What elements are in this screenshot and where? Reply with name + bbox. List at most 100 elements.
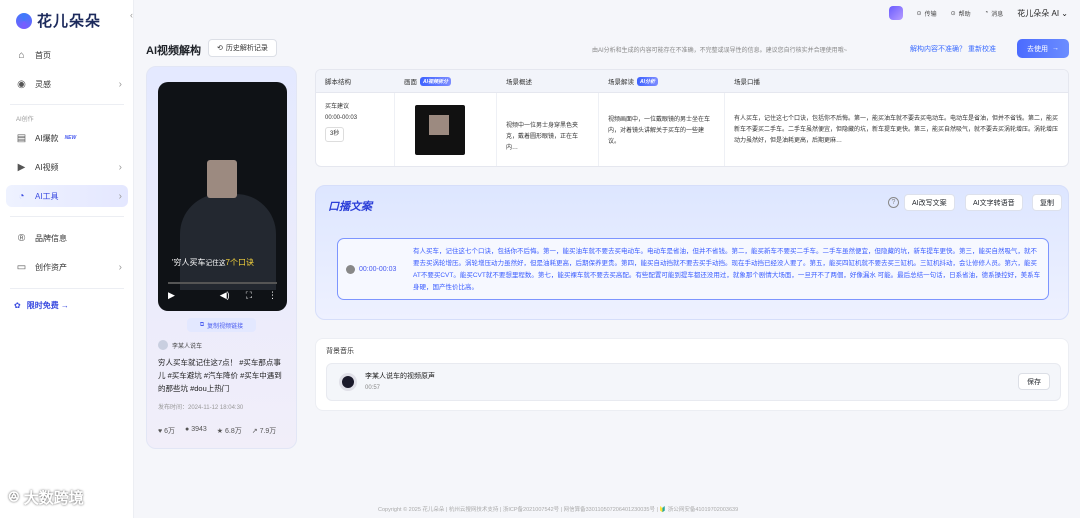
share-icon: ⊙ xyxy=(916,10,922,17)
disc-icon[interactable] xyxy=(339,373,357,391)
author: 李某人说车 xyxy=(158,340,202,350)
ai-badge: AI分析 xyxy=(637,76,659,86)
script-panel: 口播文案 ? AI改写文案 AI文字转语音 复制 00:00-00:03 有人买… xyxy=(315,185,1069,320)
more-icon[interactable]: ⋮ xyxy=(268,290,277,301)
video-controls: ▶ ◀) ⛶ ⋮ xyxy=(168,290,277,301)
use-button[interactable]: 去使用 → xyxy=(1017,39,1069,58)
chevron-right-icon: › xyxy=(118,261,122,273)
logo-icon xyxy=(16,12,32,29)
promo-link[interactable]: ✿ 限时免费 → xyxy=(14,300,69,311)
video-description: 穷人买车就记住这7点！ #买车那点事儿 #买车避坑 #汽车降价 #买车中遇到的那… xyxy=(158,358,282,393)
header-frame: 画面 AI视频拆分 xyxy=(395,70,497,93)
help-icon: ⊙ xyxy=(950,10,956,17)
cell-speech: 有人买车，记住这七个口诀，包括你不后悔。第一，能买油车就不要去买电动车。电动车是… xyxy=(734,116,1059,144)
tool-icon: ◔ xyxy=(18,190,25,202)
video-stats: ♥ 6万 ● 3943 ★ 6.8万 ↗ 7.9万 xyxy=(158,426,276,436)
header-speech: 场景口播 xyxy=(725,70,1068,93)
sidebar-item-brand-info[interactable]: ® 品牌信息 xyxy=(6,227,128,249)
history-button[interactable]: ⟲ 历史解析记录 xyxy=(208,39,277,57)
volume-icon[interactable]: ◀) xyxy=(220,290,230,301)
share-button[interactable]: ⊙ 传输 xyxy=(917,9,937,18)
history-icon: ⟲ xyxy=(217,45,223,52)
bell-icon: ◔ xyxy=(984,10,989,16)
watermark: ꔮ 大数跨境 xyxy=(8,489,84,507)
collapse-sidebar-icon[interactable]: ‹ xyxy=(130,10,133,20)
sidebar-item-ai-hit[interactable]: ▤ AI爆款 NEW xyxy=(6,127,128,149)
cell-scene: 视频中一位男士身穿黑色夹克，戴着圆形眼镜，正在车内… xyxy=(497,93,599,166)
cell-frame xyxy=(395,93,497,166)
likes-stat: ♥ 6万 xyxy=(158,428,176,435)
copy-icon: ⧉ xyxy=(199,321,205,328)
video-figure-face xyxy=(207,160,237,198)
folder-icon: ▭ xyxy=(16,261,27,273)
new-badge: NEW xyxy=(64,135,77,141)
chevron-right-icon: › xyxy=(118,161,122,173)
brand-icon: ® xyxy=(17,232,26,244)
sidebar-item-inspiration[interactable]: ◉ 灵感 › xyxy=(6,73,128,95)
header-structure: 脚本结构 xyxy=(316,70,395,93)
sidebar-item-ai-video[interactable]: ▶ AI视频 › xyxy=(6,156,128,178)
video-card: '穷人买车记住这7个口诀 ▶ ◀) ⛶ ⋮ ⧉ 复制视频链接 李某人说车 穷人买车… xyxy=(146,66,297,449)
track-name: 李某人说车的视频原声 xyxy=(365,373,435,380)
section-label: AI创作 xyxy=(16,117,34,123)
topbar: ⊙ 传输 ⊙ 帮助 ◔ 消息 花儿朵朵 AI ⌄ xyxy=(888,6,1068,20)
chevron-right-icon: › xyxy=(118,190,122,202)
script-table: 脚本结构 画面 AI视频拆分 场景概述 场景解读 AI分析 场景口播 买车建议 00… xyxy=(315,69,1069,167)
page-title: AI视频解构 xyxy=(146,45,201,57)
track-duration: 00:57 xyxy=(365,385,381,391)
disclaimer: 由AI分析和生成的内容可能存在不准确，不完整或误导性的信息。建议您自行核实并合理… xyxy=(592,48,848,54)
watermark-logo-icon: ꔮ xyxy=(8,489,20,506)
app-logo[interactable]: 花儿朵朵 xyxy=(16,10,101,31)
chevron-right-icon: › xyxy=(118,78,122,90)
help-button[interactable]: ⊙ 帮助 xyxy=(951,9,971,18)
message-button[interactable]: ◔ 消息 xyxy=(985,9,1004,18)
layout-icon: ▤ xyxy=(16,132,27,144)
play-icon[interactable]: ▶ xyxy=(168,290,175,301)
header-scene: 场景概述 xyxy=(497,70,599,93)
cell-interp: 视频画面中，一位戴眼镜的男士坐在车内，对着镜头讲解关于买车的一些建议。 xyxy=(599,93,725,166)
divider xyxy=(10,216,124,217)
sidebar-item-assets[interactable]: ▭ 创作资产 › xyxy=(6,256,128,278)
user-menu[interactable]: 花儿朵朵 AI ⌄ xyxy=(1017,8,1068,19)
copy-button[interactable]: 复制 xyxy=(1032,194,1062,211)
sidebar: 花儿朵朵 ‹ ⌂ 首页 ◉ 灵感 › AI创作 ▤ AI爆款 NEW ▶ AI视频 › ◔ AI… xyxy=(0,0,134,518)
music-panel: 背景音乐 李某人说车的视频原声 00:57 保存 xyxy=(315,338,1069,411)
music-track: 李某人说车的视频原声 00:57 保存 xyxy=(326,363,1061,401)
divider xyxy=(10,104,124,105)
publish-date: 发布时间：2024-11-12 18:04:30 xyxy=(158,405,244,411)
copy-link-button[interactable]: ⧉ 复制视频链接 xyxy=(187,318,256,332)
video-caption: '穷人买车记住这7个口诀 xyxy=(172,258,254,267)
shares-stat: ↗ 7.9万 xyxy=(251,428,277,435)
music-label: 背景音乐 xyxy=(326,348,354,355)
avatar xyxy=(158,340,168,350)
feedback-link[interactable]: 解构内容不准确？ 重新校准 xyxy=(910,44,996,54)
frame-thumbnail-face xyxy=(429,115,449,135)
help-icon[interactable]: ? xyxy=(888,197,899,208)
header-interp: 场景解读 AI分析 xyxy=(599,70,725,93)
video-player[interactable]: '穷人买车记住这7个口诀 ▶ ◀) ⛶ ⋮ xyxy=(158,82,287,311)
row-time: 00:00-00:03 xyxy=(325,115,358,121)
sidebar-item-home[interactable]: ⌂ 首页 xyxy=(6,44,128,66)
duration-chip: 3秒 xyxy=(325,127,345,142)
script-text: 有人买车，记住这七个口诀，包括你不后悔。第一，能买油车就不要去买电动车。电动车是… xyxy=(413,248,1041,291)
save-button[interactable]: 保存 xyxy=(1018,373,1050,390)
sidebar-item-ai-tools[interactable]: ◔ AI工具 › xyxy=(6,185,128,207)
ai-rewrite-button[interactable]: AI改写文案 xyxy=(904,194,955,211)
script-title: 口播文案 xyxy=(328,201,372,213)
row-name: 买车建议 xyxy=(325,104,350,110)
assistant-avatar[interactable] xyxy=(888,6,903,20)
location-icon: ◉ xyxy=(17,78,26,90)
favs-stat: ★ 6.8万 xyxy=(216,428,242,435)
script-text-box[interactable]: 00:00-00:03 有人买车，记住这七个口诀，包括你不后悔。第一，能买油车就… xyxy=(337,238,1049,300)
fullscreen-icon[interactable]: ⛶ xyxy=(246,290,252,301)
play-icon[interactable] xyxy=(346,265,355,274)
script-timestamp: 00:00-00:03 xyxy=(346,265,396,274)
frame-thumbnail[interactable] xyxy=(415,105,465,155)
divider xyxy=(10,288,124,289)
video-progress[interactable] xyxy=(168,282,277,284)
ai-tts-button[interactable]: AI文字转语音 xyxy=(965,194,1023,211)
comments-stat: ● 3943 xyxy=(185,426,207,433)
arrow-right-icon: → xyxy=(1052,45,1059,52)
video-icon: ▶ xyxy=(17,161,26,173)
home-icon: ⌂ xyxy=(18,49,25,61)
